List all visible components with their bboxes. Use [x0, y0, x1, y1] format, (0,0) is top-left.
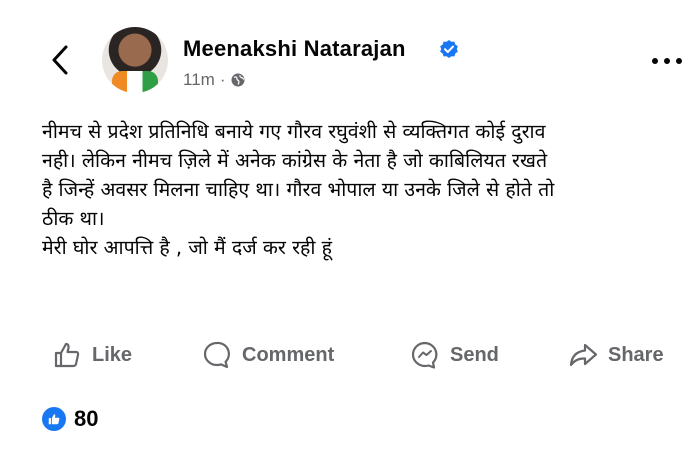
- action-bar: Like Comment Send Share: [0, 335, 700, 375]
- post-text-line: मेरी घोर आपत्ति है , जो मैं दर्ज कर रही …: [42, 236, 332, 259]
- reactions-summary[interactable]: 80: [42, 406, 98, 432]
- meta-separator: ·: [219, 70, 226, 89]
- avatar[interactable]: [102, 27, 168, 93]
- thumbs-up-icon: [54, 342, 80, 368]
- post-text-line: ठीक था।: [42, 207, 105, 230]
- like-label: Like: [92, 343, 133, 366]
- comment-button[interactable]: Comment: [202, 335, 334, 375]
- share-label: Share: [608, 343, 664, 366]
- thumbs-up-icon: [48, 414, 60, 425]
- comment-bubble-icon: [203, 341, 230, 369]
- back-button[interactable]: [46, 42, 76, 78]
- post-text-line: है जिन्हें अवसर मिलना चाहिए था। गौरव भोप…: [42, 178, 555, 201]
- post-header: Meenakshi Natarajan 11m ·: [0, 0, 700, 110]
- post-text-line: नही। लेकिन नीमच ज़िले में अनेक कांग्रेस …: [42, 149, 548, 172]
- post-meta: 11m ·: [183, 70, 246, 90]
- verified-badge-icon: [440, 40, 458, 58]
- share-button[interactable]: Share: [568, 335, 664, 375]
- more-options-icon: [652, 58, 682, 64]
- send-label: Send: [450, 343, 499, 366]
- share-arrow-icon: [569, 343, 598, 367]
- globe-icon[interactable]: [230, 72, 246, 88]
- post-time[interactable]: 11m: [183, 70, 215, 90]
- chevron-left-icon: [52, 45, 68, 75]
- like-button[interactable]: Like: [52, 335, 132, 375]
- author-name[interactable]: Meenakshi Natarajan: [183, 36, 406, 62]
- post-text: नीमच से प्रदेश प्रतिनिधि बनाये गए गौरव र…: [42, 117, 682, 262]
- reaction-count: 80: [74, 406, 99, 431]
- messenger-icon: [411, 341, 438, 369]
- comment-label: Comment: [242, 343, 335, 366]
- more-options-button[interactable]: [650, 54, 684, 68]
- post-text-line: नीमच से प्रदेश प्रतिनिधि बनाये गए गौरव र…: [42, 120, 546, 143]
- avatar-scarf: [112, 71, 158, 93]
- send-button[interactable]: Send: [410, 335, 499, 375]
- like-reaction-icon: [42, 407, 66, 431]
